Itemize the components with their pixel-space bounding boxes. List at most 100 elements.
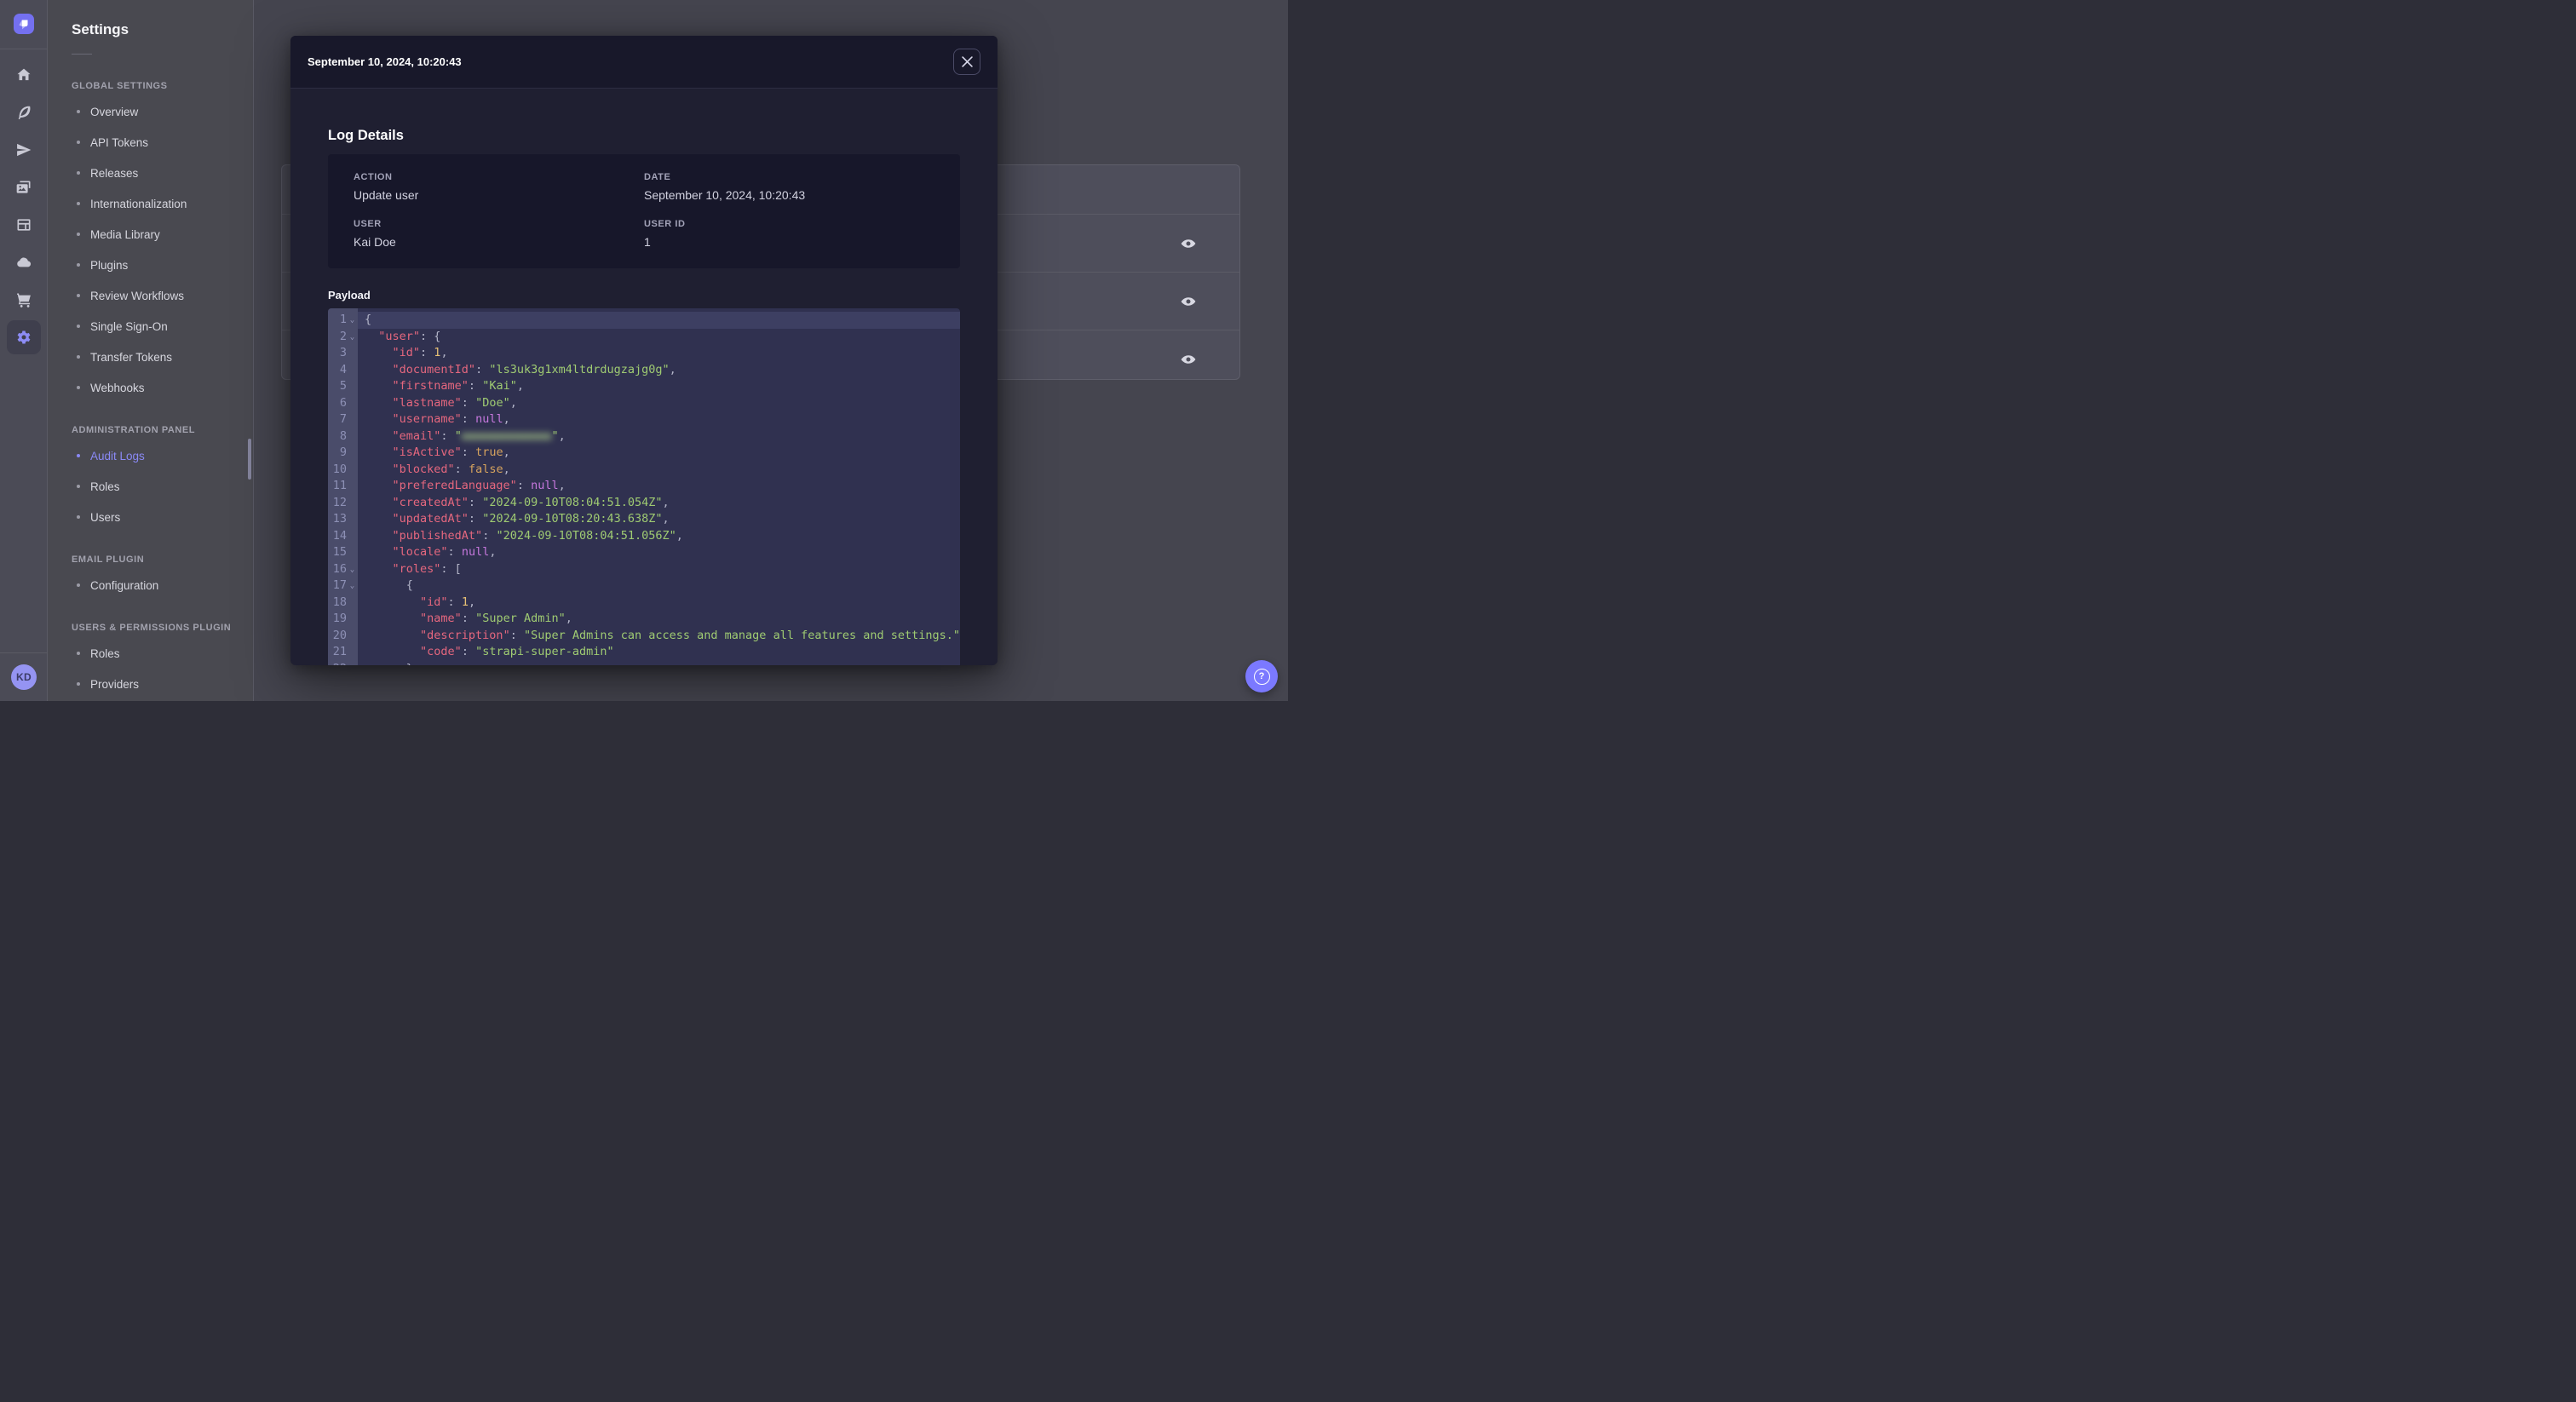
subnav-item-label: Roles [90,480,120,493]
subnav-item-overview[interactable]: Overview [48,96,253,127]
log-details-heading: Log Details [328,128,404,143]
subnav-item-users[interactable]: Users [48,502,253,532]
subnav-item-media-library[interactable]: Media Library [48,219,253,250]
view-details-button[interactable] [1176,290,1200,313]
help-button[interactable]: ? [1245,660,1278,692]
subnav-item-label: Media Library [90,227,160,241]
line-number: 17 [332,578,347,592]
subnav-item-releases[interactable]: Releases [48,158,253,188]
subnav-item-roles[interactable]: Roles [48,471,253,502]
subnav-item-webhooks[interactable]: Webhooks [48,372,253,403]
strapi-logo[interactable] [14,14,34,34]
code-text: "lastname": "Doe", [392,395,517,410]
subnav-item-label: Releases [90,166,139,180]
view-details-button[interactable] [1176,348,1200,371]
fold-chevron-icon[interactable]: ⌄ [347,312,358,329]
user-avatar[interactable]: KD [11,664,37,690]
rail-item-home[interactable] [7,56,41,94]
code-text: "blocked": false, [392,462,510,476]
code-text: "isActive": true, [392,445,510,459]
rail-item-deploy[interactable] [7,131,41,169]
code-text: "user": { [378,329,441,343]
subnav-item-configuration[interactable]: Configuration [48,570,253,600]
line-number: 19 [332,612,347,625]
bullet-icon [77,294,80,297]
app-window: KD Settings GLOBAL SETTINGS Overview API T… [0,0,1288,701]
code-line: 13 "updatedAt": "2024-09-10T08:20:43.638… [328,511,960,528]
code-line: 22 } [328,661,960,666]
main-nav-rail: KD [0,0,48,701]
code-line: 6 "lastname": "Doe", [328,395,960,412]
line-number: 16 [332,561,347,576]
close-button[interactable] [953,49,980,75]
rail-item-cloud[interactable] [7,244,41,281]
code-text: "firstname": "Kai", [392,379,524,393]
code-line: 5 "firstname": "Kai", [328,378,960,395]
code-line: 20 "description": "Super Admins can acce… [328,628,960,645]
code-line: 2 ⌄ "user": { [328,329,960,346]
rail-item-marketplace[interactable] [7,281,41,319]
detail-label: DATE [644,172,671,182]
view-details-button[interactable] [1176,232,1200,256]
rail-item-content-type-builder[interactable] [7,206,41,244]
code-text: "preferedLanguage": null, [392,479,566,492]
payload-code-editor[interactable]: 1 ⌄{2 ⌄ "user": {3 "id": 1, 4 "documentId":… [328,308,960,665]
rail-item-settings[interactable] [7,320,41,354]
rail-item-media-library[interactable] [7,169,41,206]
line-number: 3 [339,346,347,359]
subnav-item-roles[interactable]: Roles [48,638,253,669]
question-mark-icon: ? [1253,668,1270,685]
subnav-item-label: Webhooks [90,381,145,394]
subnav-section: EMAIL PLUGIN Configuration [48,553,253,600]
subnav-item-providers[interactable]: Providers [48,669,253,699]
fold-chevron-icon[interactable]: ⌄ [347,577,358,595]
bullet-icon [77,515,80,519]
code-text: "roles": [ [392,561,462,576]
code-line: 10 "blocked": false, [328,462,960,479]
detail-label: ACTION [354,172,393,182]
subnav-item-internationalization[interactable]: Internationalization [48,188,253,219]
bullet-icon [77,325,80,328]
code-line: 8 "email": "■■■■■■■■■■■■■", [328,428,960,445]
subnav-item-label: Roles [90,646,120,660]
fold-chevron-icon[interactable]: ⌄ [347,561,358,578]
subnav-item-label: API Tokens [90,135,149,149]
code-text: "id": 1, [420,595,476,609]
eye-icon [1181,354,1196,364]
line-number: 21 [332,645,347,658]
subnav-scrollbar-thumb[interactable] [248,439,251,480]
bullet-icon [77,263,80,267]
fold-chevron-icon[interactable]: ⌄ [347,329,358,346]
subnav-item-single-sign-on[interactable]: Single Sign-On [48,311,253,342]
line-number: 4 [339,362,347,376]
paper-plane-icon [17,143,32,157]
bullet-icon [77,682,80,686]
line-number: 8 [339,428,347,443]
detail-label: USER ID [644,219,686,229]
subnav-item-label: Audit Logs [90,449,145,463]
line-number: 9 [339,445,347,459]
code-line: 15 "locale": null, [328,544,960,561]
line-number: 10 [332,462,347,476]
rail-item-content-manager[interactable] [7,94,41,131]
code-line: 11 "preferedLanguage": null, [328,478,960,495]
subnav-item-transfer-tokens[interactable]: Transfer Tokens [48,342,253,372]
subnav-item-audit-logs[interactable]: Audit Logs [48,440,253,471]
bullet-icon [77,386,80,389]
subnav-item-plugins[interactable]: Plugins [48,250,253,280]
code-text: } [358,661,960,666]
subnav-item-api-tokens[interactable]: API Tokens [48,127,253,158]
subnav-item-review-workflows[interactable]: Review Workflows [48,280,253,311]
subnav-item-label: Providers [90,677,140,691]
eye-icon [1181,238,1196,248]
bullet-icon [77,652,80,655]
line-number: 18 [332,595,347,609]
